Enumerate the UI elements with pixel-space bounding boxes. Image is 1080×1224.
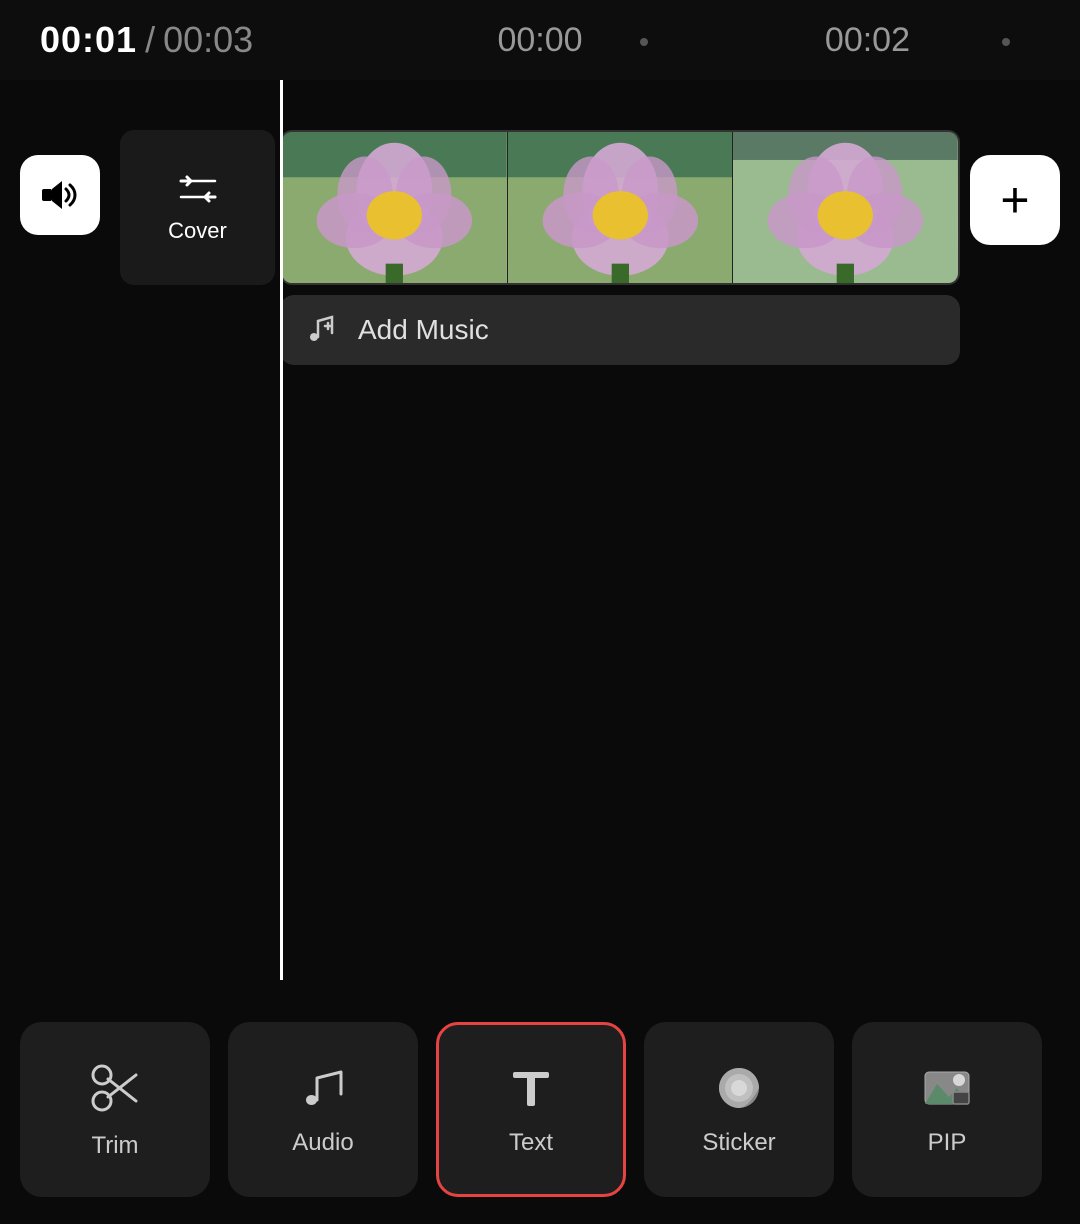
text-tool-button[interactable]: Text bbox=[436, 1022, 626, 1197]
add-clip-button[interactable]: + bbox=[970, 155, 1060, 245]
cover-arrows-icon bbox=[173, 171, 223, 212]
audio-tool-button[interactable]: Audio bbox=[228, 1022, 418, 1197]
text-label: Text bbox=[509, 1129, 553, 1157]
sticker-icon bbox=[713, 1062, 765, 1119]
text-t-icon bbox=[505, 1062, 557, 1119]
audio-note-icon bbox=[297, 1062, 349, 1119]
scissors-icon bbox=[86, 1059, 144, 1122]
add-music-bar[interactable]: Add Music bbox=[280, 295, 960, 365]
video-strip bbox=[280, 130, 960, 285]
trim-tool-button[interactable]: Trim bbox=[20, 1022, 210, 1197]
time-total: 00:03 bbox=[163, 19, 253, 61]
timeline-track: Cover bbox=[120, 100, 960, 300]
time-endpoint: 00:02 bbox=[825, 21, 910, 60]
sticker-tool-button[interactable]: Sticker bbox=[644, 1022, 834, 1197]
time-dot-end bbox=[1002, 38, 1010, 46]
video-thumb-1 bbox=[282, 132, 508, 283]
timeline-header: 00:01 / 00:03 00:00 00:02 bbox=[0, 0, 1080, 80]
audio-label: Audio bbox=[292, 1129, 353, 1157]
cover-thumbnail[interactable]: Cover bbox=[120, 130, 275, 285]
bottom-toolbar: Trim Audio Text bbox=[0, 1004, 1080, 1224]
video-thumb-3 bbox=[733, 132, 958, 283]
pip-tool-button[interactable]: PIP bbox=[852, 1022, 1042, 1197]
volume-icon bbox=[38, 173, 82, 217]
volume-button[interactable] bbox=[20, 155, 100, 235]
time-midpoint: 00:00 bbox=[497, 21, 582, 60]
time-separator: / bbox=[145, 19, 155, 61]
time-current: 00:01 bbox=[40, 19, 137, 61]
time-dot-mid bbox=[640, 38, 648, 46]
cover-label: Cover bbox=[168, 218, 227, 244]
pip-label: PIP bbox=[928, 1129, 967, 1157]
sticker-label: Sticker bbox=[702, 1129, 775, 1157]
music-note-plus-icon bbox=[304, 309, 340, 352]
video-thumb-2 bbox=[508, 132, 734, 283]
pip-icon bbox=[921, 1062, 973, 1119]
trim-label: Trim bbox=[91, 1132, 138, 1160]
plus-icon: + bbox=[1000, 175, 1029, 225]
playhead bbox=[280, 80, 283, 980]
add-music-label: Add Music bbox=[358, 314, 489, 346]
